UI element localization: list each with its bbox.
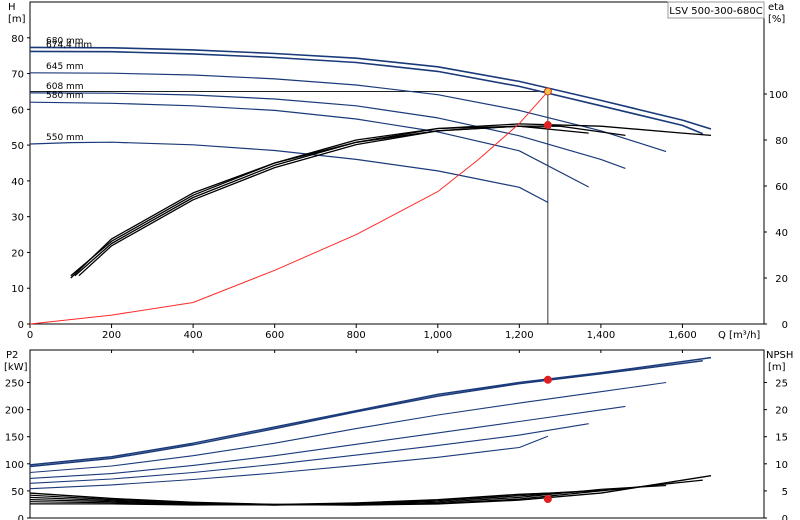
head-x-tick-label: 200 <box>102 330 121 341</box>
curve-labels: 680 mm674,4 mm645 mm608 mm580 mm550 mm <box>46 36 92 143</box>
head-y-axis-title-line1: H <box>8 2 16 13</box>
impeller-diameter-label: 550 mm <box>46 133 84 143</box>
power-y-tick-label: 0 <box>18 514 24 520</box>
head-y-tick-label: 10 <box>11 284 24 295</box>
head-series-line <box>29 101 589 188</box>
power-series-line <box>29 360 703 468</box>
head-y2-tick-label: 40 <box>775 228 788 239</box>
head-x-tick-label: 600 <box>265 330 284 341</box>
head-y-tick-label: 40 <box>11 177 24 188</box>
power-y2-tick-label: 15 <box>775 433 788 444</box>
power-plot-frame <box>29 349 765 519</box>
power-y2-tick-label: 5 <box>782 487 788 498</box>
head-series-line <box>29 46 712 130</box>
head-y2-tick-label: 100 <box>769 90 788 101</box>
head-operating-point-marker <box>543 87 552 96</box>
power-operating-point-marker <box>543 495 552 504</box>
head-operating-point-marker <box>543 121 552 130</box>
power-y2-tick-label: 10 <box>775 460 788 471</box>
head-series-line <box>70 123 712 277</box>
head-x-tick-label: 1,400 <box>587 330 616 341</box>
head-series-line <box>29 72 667 153</box>
power-operating-point-marker <box>543 375 552 384</box>
head-y-tick-label: 50 <box>11 141 24 152</box>
head-x-tick-label: 0 <box>27 330 33 341</box>
head-x-tick-label: 400 <box>184 330 203 341</box>
head-x-tick-label: 1,000 <box>423 330 452 341</box>
power-y-tick-label: 50 <box>11 487 24 498</box>
power-y-tick-label: 200 <box>5 406 24 417</box>
pump-performance-chart: LSV 500-300-680C H [m] eta [%] Q [m³/h] … <box>4 1 793 520</box>
npsh-axis-title-line1: NPSH <box>766 350 793 361</box>
head-x-tick-label: 800 <box>347 330 366 341</box>
impeller-diameter-label: 645 mm <box>46 62 84 72</box>
power-y2-tick-label: 0 <box>782 514 788 520</box>
head-y2-tick-label: 60 <box>775 182 788 193</box>
head-x-tick-label: 1,200 <box>505 330 534 341</box>
x-axis-title: Q [m³/h] <box>718 330 760 341</box>
head-y-tick-label: 0 <box>18 320 24 331</box>
head-y2-tick-label: 20 <box>775 274 788 285</box>
power-series-line <box>29 423 589 484</box>
head-y-tick-label: 30 <box>11 213 24 224</box>
model-label: LSV 500-300-680C <box>669 6 762 17</box>
head-y-axis-title-line2: [m] <box>8 14 26 25</box>
power-y-tick-label: 250 <box>5 379 24 390</box>
power-y-tick-label: 100 <box>5 460 24 471</box>
eta-axis-title-line2: [%] <box>768 14 785 25</box>
power-series-line <box>29 381 667 474</box>
guide-lines <box>30 91 549 324</box>
head-x-tick-label: 1,600 <box>668 330 697 341</box>
axis-ticks: 0 200 400 600 800 1,000 1,200 1,400 1,6000102030… <box>5 34 788 520</box>
head-series-line <box>29 141 549 203</box>
head-plot-frame <box>29 1 765 325</box>
head-y-tick-label: 20 <box>11 248 24 259</box>
impeller-diameter-label: 580 mm <box>46 91 84 101</box>
power-y2-tick-label: 20 <box>775 406 788 417</box>
head-y2-tick-label: 0 <box>782 320 788 331</box>
head-y-tick-label: 80 <box>11 34 24 45</box>
head-y-tick-label: 70 <box>11 70 24 81</box>
head-y2-tick-label: 80 <box>775 136 788 147</box>
power-y-axis-title-line1: P2 <box>6 350 18 361</box>
eta-axis-title-line1: eta <box>768 2 784 13</box>
head-series-line <box>74 125 626 277</box>
head-series-line <box>29 50 704 135</box>
power-y-axis-title-line2: [kW] <box>4 362 28 373</box>
power-y2-tick-label: 25 <box>775 379 788 390</box>
npsh-axis-title-line2: [m] <box>768 362 786 373</box>
impeller-diameter-label: 674,4 mm <box>46 40 92 50</box>
series-lines <box>29 46 712 506</box>
head-y-tick-label: 60 <box>11 105 24 116</box>
power-series-line <box>29 356 712 466</box>
power-y-tick-label: 150 <box>5 433 24 444</box>
